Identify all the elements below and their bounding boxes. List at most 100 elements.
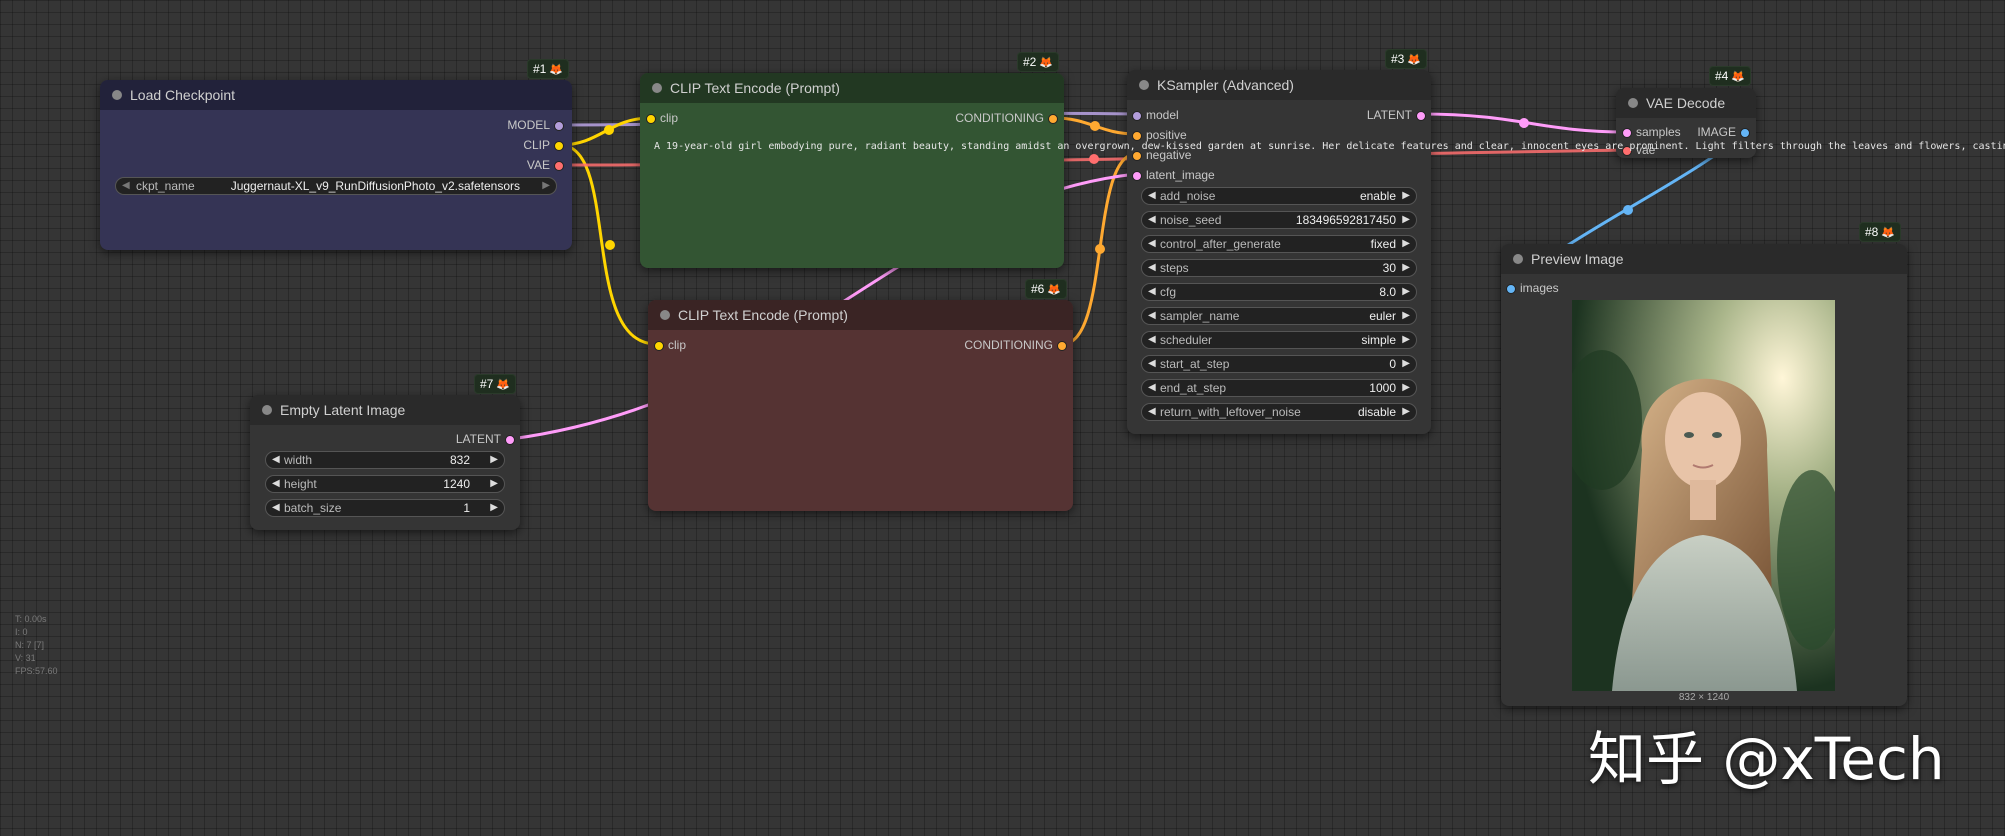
node-title[interactable]: VAE Decode bbox=[1616, 88, 1756, 118]
node-ksampler-advanced[interactable]: KSampler (Advanced) model positive negat… bbox=[1127, 70, 1431, 434]
arrow-left-icon[interactable]: ◀ bbox=[1148, 358, 1156, 369]
arrow-left-icon[interactable]: ◀ bbox=[1148, 382, 1156, 393]
return-with-leftover-noise-widget[interactable]: ◀ return_with_leftover_noise disable ▶ bbox=[1141, 403, 1417, 421]
slot-dot-icon[interactable] bbox=[1048, 114, 1058, 124]
arrow-right-icon[interactable]: ▶ bbox=[1402, 310, 1410, 321]
start-at-step-widget[interactable]: ◀ start_at_step 0 ▶ bbox=[1141, 355, 1417, 373]
arrow-left-icon[interactable]: ◀ bbox=[272, 454, 280, 465]
node-badge: #3 🦊 bbox=[1385, 49, 1428, 69]
node-title[interactable]: Load Checkpoint bbox=[100, 80, 572, 110]
arrow-right-icon[interactable]: ▶ bbox=[1402, 262, 1410, 273]
node-title[interactable]: CLIP Text Encode (Prompt) bbox=[640, 73, 1064, 103]
slot-dot-icon[interactable] bbox=[1622, 128, 1632, 138]
sampler-name-widget[interactable]: ◀ sampler_name euler ▶ bbox=[1141, 307, 1417, 325]
node-clip-text-encode-negative[interactable]: CLIP Text Encode (Prompt) clip CONDITION… bbox=[648, 300, 1073, 511]
node-empty-latent-image[interactable]: Empty Latent Image LATENT ◀ width 832 ▶ ◀ he… bbox=[250, 395, 520, 530]
slot-dot-icon[interactable] bbox=[1132, 151, 1142, 161]
arrow-left-icon[interactable]: ◀ bbox=[272, 502, 280, 513]
output-image[interactable]: IMAGE bbox=[1697, 125, 1750, 139]
noise-seed-widget[interactable]: ◀ noise_seed 183496592817450 ▶ bbox=[1141, 211, 1417, 229]
output-model[interactable]: MODEL bbox=[507, 118, 564, 132]
arrow-right-icon[interactable]: ▶ bbox=[1402, 190, 1410, 201]
input-positive[interactable]: positive bbox=[1132, 128, 1187, 142]
arrow-right-icon[interactable]: ▶ bbox=[1402, 406, 1410, 417]
slot-dot-icon[interactable] bbox=[654, 341, 664, 351]
arrow-left-icon[interactable]: ◀ bbox=[1148, 238, 1156, 249]
arrow-left-icon[interactable]: ◀ bbox=[1148, 334, 1156, 345]
output-clip[interactable]: CLIP bbox=[523, 138, 564, 152]
collapse-dot-icon[interactable] bbox=[652, 83, 662, 93]
collapse-dot-icon[interactable] bbox=[262, 405, 272, 415]
arrow-right-icon[interactable]: ▶ bbox=[490, 478, 498, 489]
slot-dot-icon[interactable] bbox=[1740, 128, 1750, 138]
input-model[interactable]: model bbox=[1132, 108, 1179, 122]
arrow-right-icon[interactable]: ▶ bbox=[490, 454, 498, 465]
collapse-dot-icon[interactable] bbox=[1628, 98, 1638, 108]
steps-widget[interactable]: ◀ steps 30 ▶ bbox=[1141, 259, 1417, 277]
slot-dot-icon[interactable] bbox=[1057, 341, 1067, 351]
node-title[interactable]: Preview Image bbox=[1501, 244, 1907, 274]
arrow-right-icon[interactable]: ▶ bbox=[1402, 358, 1410, 369]
end-at-step-widget[interactable]: ◀ end_at_step 1000 ▶ bbox=[1141, 379, 1417, 397]
slot-dot-icon[interactable] bbox=[505, 435, 515, 445]
preview-image-picture[interactable] bbox=[1572, 300, 1835, 691]
render-stats: T: 0.00s I: 0 N: 7 [7] V: 31 FPS:57.60 bbox=[15, 614, 58, 676]
node-title[interactable]: CLIP Text Encode (Prompt) bbox=[648, 300, 1073, 330]
width-widget[interactable]: ◀ width 832 ▶ bbox=[265, 451, 505, 469]
node-title[interactable]: KSampler (Advanced) bbox=[1127, 70, 1431, 100]
slot-dot-icon[interactable] bbox=[554, 121, 564, 131]
input-clip[interactable]: clip bbox=[646, 111, 678, 125]
slot-dot-icon[interactable] bbox=[1416, 111, 1426, 121]
arrow-left-icon[interactable]: ◀ bbox=[1148, 262, 1156, 273]
node-preview-image[interactable]: Preview Image images 832 × 1240 bbox=[1501, 244, 1907, 706]
output-vae[interactable]: VAE bbox=[527, 158, 564, 172]
arrow-right-icon[interactable]: ▶ bbox=[1402, 238, 1410, 249]
input-images[interactable]: images bbox=[1506, 281, 1559, 295]
node-load-checkpoint[interactable]: Load Checkpoint MODEL CLIP VAE ◀ ckpt_na… bbox=[100, 80, 572, 250]
ckpt-name-combo[interactable]: ◀ ckpt_name Juggernaut-XL_v9_RunDiffusio… bbox=[115, 177, 557, 195]
collapse-dot-icon[interactable] bbox=[1513, 254, 1523, 264]
height-widget[interactable]: ◀ height 1240 ▶ bbox=[265, 475, 505, 493]
arrow-left-icon[interactable]: ◀ bbox=[1148, 190, 1156, 201]
arrow-right-icon[interactable]: ▶ bbox=[542, 180, 550, 191]
input-samples[interactable]: samples bbox=[1622, 125, 1681, 139]
collapse-dot-icon[interactable] bbox=[112, 90, 122, 100]
add-noise-widget[interactable]: ◀ add_noise enable ▶ bbox=[1141, 187, 1417, 205]
batch-size-widget[interactable]: ◀ batch_size 1 ▶ bbox=[265, 499, 505, 517]
arrow-left-icon[interactable]: ◀ bbox=[1148, 406, 1156, 417]
slot-dot-icon[interactable] bbox=[554, 141, 564, 151]
slot-dot-icon[interactable] bbox=[554, 161, 564, 171]
output-conditioning[interactable]: CONDITIONING bbox=[955, 111, 1058, 125]
prompt-text[interactable]: A 19-year-old girl embodying pure, radia… bbox=[654, 141, 2005, 152]
slot-dot-icon[interactable] bbox=[1132, 131, 1142, 141]
arrow-right-icon[interactable]: ▶ bbox=[1402, 214, 1410, 225]
node-title[interactable]: Empty Latent Image bbox=[250, 395, 520, 425]
arrow-left-icon[interactable]: ◀ bbox=[1148, 310, 1156, 321]
slot-dot-icon[interactable] bbox=[1132, 171, 1142, 181]
input-clip[interactable]: clip bbox=[654, 338, 686, 352]
collapse-dot-icon[interactable] bbox=[1139, 80, 1149, 90]
output-latent[interactable]: LATENT bbox=[1367, 108, 1426, 122]
scheduler-widget[interactable]: ◀ scheduler simple ▶ bbox=[1141, 331, 1417, 349]
node-badge: #7 🦊 bbox=[474, 374, 517, 394]
cfg-widget[interactable]: ◀ cfg 8.0 ▶ bbox=[1141, 283, 1417, 301]
arrow-left-icon[interactable]: ◀ bbox=[272, 478, 280, 489]
arrow-left-icon[interactable]: ◀ bbox=[1148, 286, 1156, 297]
slot-dot-icon[interactable] bbox=[1506, 284, 1516, 294]
arrow-right-icon[interactable]: ▶ bbox=[1402, 286, 1410, 297]
arrow-right-icon[interactable]: ▶ bbox=[1402, 334, 1410, 345]
control-after-generate-widget[interactable]: ◀ control_after_generate fixed ▶ bbox=[1141, 235, 1417, 253]
arrow-right-icon[interactable]: ▶ bbox=[1402, 382, 1410, 393]
arrow-left-icon[interactable]: ◀ bbox=[122, 180, 130, 191]
slot-dot-icon[interactable] bbox=[646, 114, 656, 124]
arrow-right-icon[interactable]: ▶ bbox=[490, 502, 498, 513]
collapse-dot-icon[interactable] bbox=[660, 310, 670, 320]
arrow-left-icon[interactable]: ◀ bbox=[1148, 214, 1156, 225]
node-clip-text-encode-positive[interactable]: CLIP Text Encode (Prompt) clip CONDITION… bbox=[640, 73, 1064, 268]
output-latent[interactable]: LATENT bbox=[456, 432, 515, 446]
slot-dot-icon[interactable] bbox=[1132, 111, 1142, 121]
output-conditioning[interactable]: CONDITIONING bbox=[964, 338, 1067, 352]
fox-icon: 🦊 bbox=[1731, 71, 1746, 83]
wire-samples bbox=[1420, 112, 1627, 134]
input-latent-image[interactable]: latent_image bbox=[1132, 168, 1215, 182]
